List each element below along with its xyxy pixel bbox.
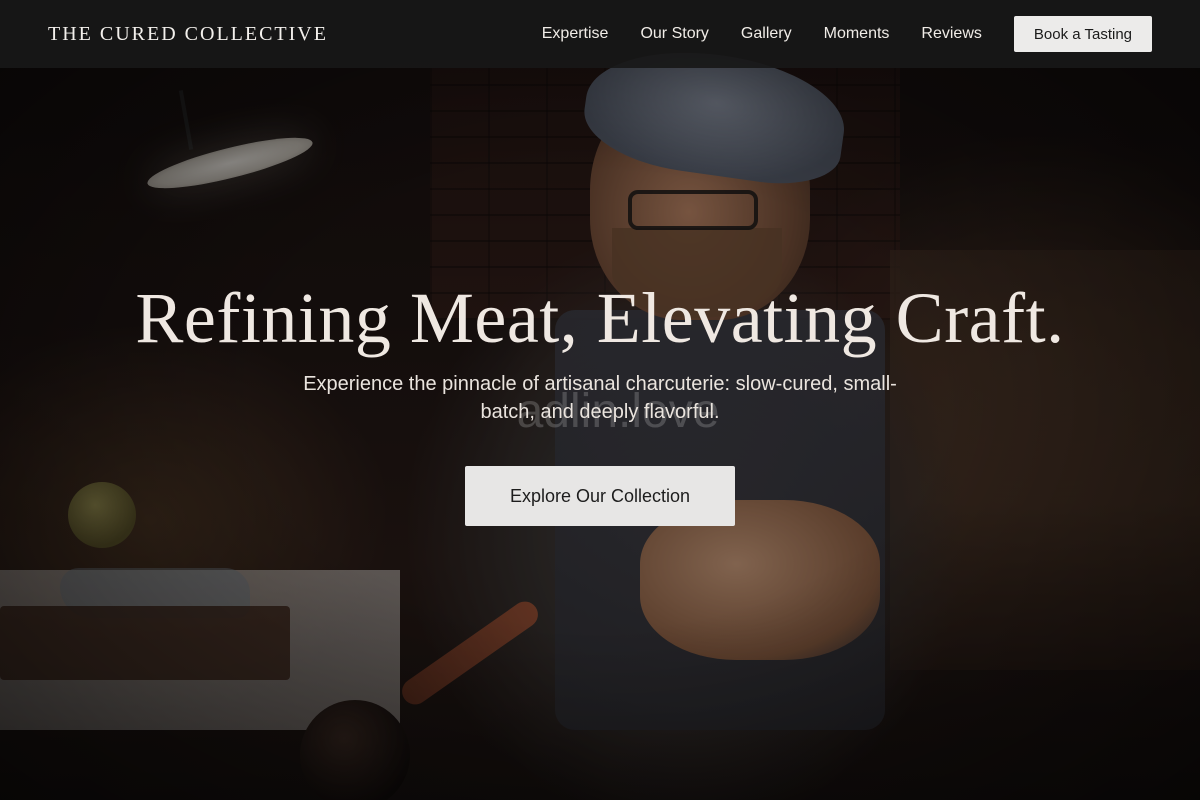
- book-tasting-button[interactable]: Book a Tasting: [1013, 16, 1152, 52]
- brand-logo[interactable]: THE CURED COLLECTIVE: [48, 23, 328, 46]
- nav-right-group: Expertise Our Story Gallery Moments Revi…: [542, 16, 1152, 52]
- hero-content: Refining Meat, Elevating Craft. Experien…: [0, 276, 1200, 526]
- hero-title: Refining Meat, Elevating Craft.: [135, 278, 1065, 358]
- nav-link-expertise[interactable]: Expertise: [542, 25, 609, 43]
- top-navigation: THE CURED COLLECTIVE Expertise Our Story…: [0, 0, 1200, 68]
- explore-collection-button[interactable]: Explore Our Collection: [465, 466, 735, 526]
- nav-link-our-story[interactable]: Our Story: [640, 25, 708, 43]
- nav-link-gallery[interactable]: Gallery: [741, 25, 792, 43]
- hero-subtitle: Experience the pinnacle of artisanal cha…: [303, 373, 897, 423]
- nav-link-moments[interactable]: Moments: [824, 25, 890, 43]
- nav-link-reviews[interactable]: Reviews: [921, 25, 981, 43]
- nav-links: Expertise Our Story Gallery Moments Revi…: [542, 25, 982, 43]
